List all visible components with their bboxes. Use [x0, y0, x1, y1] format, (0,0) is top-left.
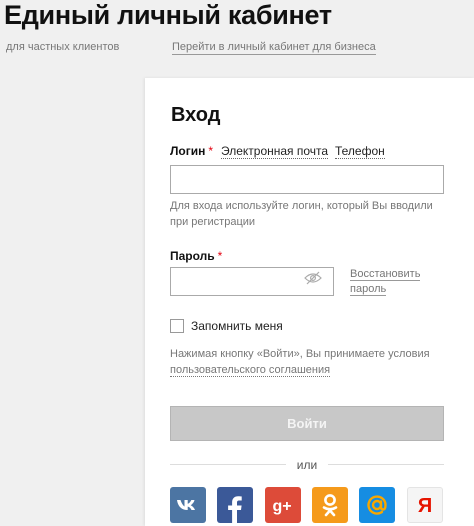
vk-icon	[170, 487, 206, 523]
required-mark: *	[217, 249, 223, 263]
remember-checkbox[interactable]	[170, 319, 184, 333]
google-plus-icon: g+	[265, 487, 301, 523]
required-mark: *	[208, 144, 214, 158]
login-input[interactable]	[171, 166, 443, 193]
facebook-icon	[217, 487, 253, 523]
google-plus-login-button[interactable]: g+	[265, 487, 301, 523]
divider-right	[328, 464, 444, 465]
tab-phone[interactable]: Телефон	[335, 144, 385, 159]
or-label: или	[296, 458, 318, 472]
login-label: Логин *	[170, 144, 214, 158]
remember-label: Запомнить меня	[191, 319, 283, 333]
login-hint: Для входа используйте логин, который Вы …	[170, 200, 433, 228]
business-cabinet-link[interactable]: Перейти в личный кабинет для бизнеса	[172, 41, 376, 55]
svg-text:Я: Я	[418, 495, 432, 517]
login-field[interactable]	[170, 165, 444, 194]
yandex-icon: Я	[418, 495, 432, 517]
tab-email[interactable]: Электронная почта	[221, 144, 329, 159]
vk-login-button[interactable]	[170, 487, 206, 523]
password-label: Пароль *	[170, 249, 223, 263]
agreement-text: Нажимая кнопку «Войти», Вы принимаете ус…	[170, 348, 430, 377]
mail-ru-login-button[interactable]	[359, 487, 395, 523]
eye-hidden-icon[interactable]	[304, 271, 322, 285]
login-card: Вход Логин * Электронная почта Телефон Дл…	[145, 78, 474, 526]
yandex-login-button[interactable]: Я	[407, 487, 443, 523]
submit-button[interactable]: Войти	[170, 406, 444, 441]
mail-ru-icon	[359, 487, 395, 523]
page-subtitle: для частных клиентов	[6, 41, 120, 53]
odnoklassniki-icon	[312, 487, 348, 523]
facebook-login-button[interactable]	[217, 487, 253, 523]
svg-text:g+: g+	[272, 498, 291, 515]
login-heading: Вход	[171, 104, 221, 126]
user-agreement-link[interactable]: пользовательского соглашения	[170, 364, 331, 377]
restore-password-link[interactable]: Восстановить пароль	[350, 267, 421, 297]
page-title: Единый личный кабинет	[4, 0, 332, 30]
odnoklassniki-login-button[interactable]	[312, 487, 348, 523]
